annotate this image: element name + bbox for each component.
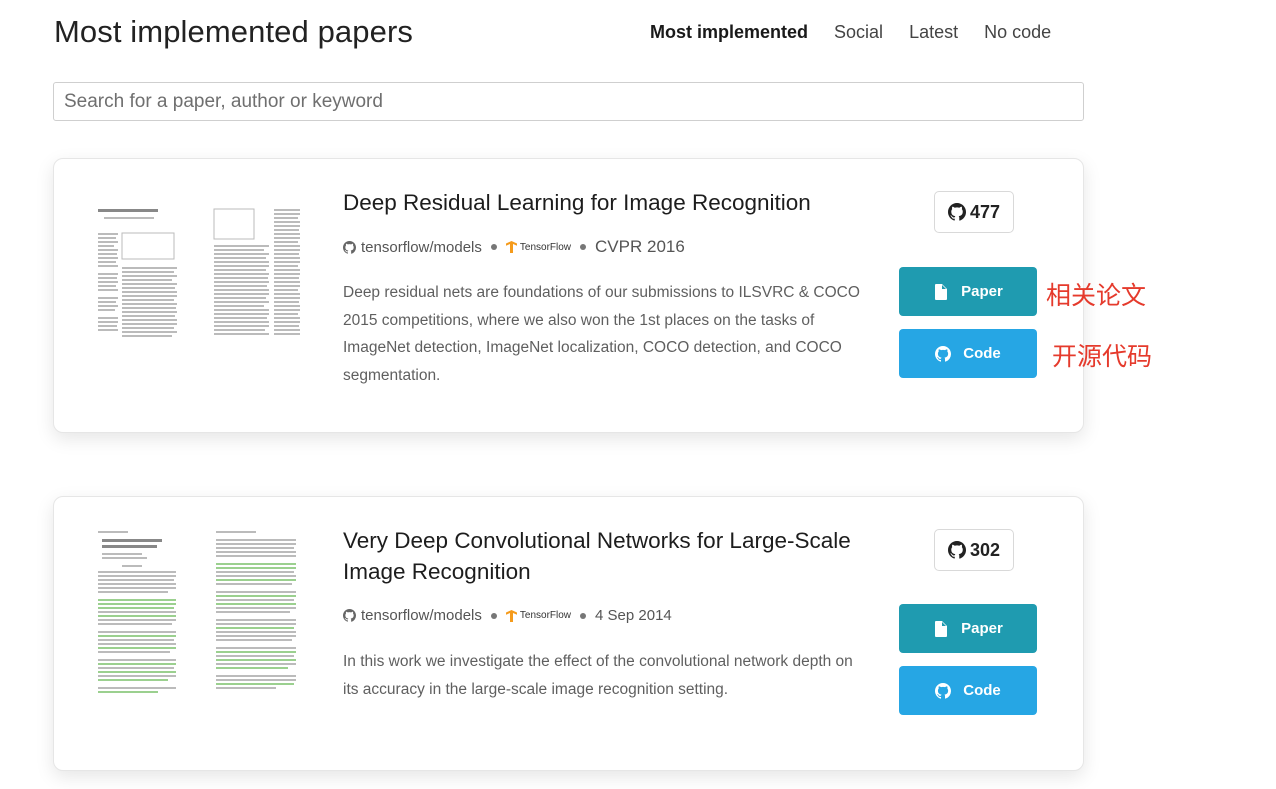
separator-dot [580, 612, 587, 619]
stars-count: 302 [969, 539, 1001, 560]
sort-tabs: Most implemented Social Latest No code [650, 22, 1077, 43]
paper-thumbnail-icon[interactable] [92, 527, 302, 702]
repo-link[interactable]: tensorflow/models [361, 239, 482, 256]
framework-label: TensorFlow [519, 241, 572, 253]
venue-label: CVPR 2016 [595, 237, 685, 256]
paper-title[interactable]: Very Deep Convolutional Networks for Lar… [343, 525, 863, 587]
paper-thumbnail-icon[interactable] [92, 203, 302, 353]
github-icon [935, 682, 952, 699]
document-icon [935, 620, 948, 637]
paper-button[interactable]: Paper [899, 604, 1037, 653]
code-button[interactable]: Code [899, 666, 1037, 715]
paper-button[interactable]: Paper [899, 267, 1037, 316]
date-label: 4 Sep 2014 [595, 607, 672, 624]
github-icon [947, 541, 966, 559]
annotation-code: 开源代码 [1052, 342, 1153, 371]
tensorflow-icon [505, 609, 517, 622]
code-button-label: Code [963, 345, 1001, 362]
tab-social[interactable]: Social [834, 22, 883, 43]
stars-count: 477 [969, 201, 1001, 222]
search-box [53, 82, 1084, 121]
paper-card: Deep Residual Learning for Image Recogni… [53, 158, 1084, 433]
github-icon [935, 345, 952, 362]
tensorflow-logo: TensorFlow [505, 609, 572, 622]
separator-dot [580, 244, 587, 250]
paper-abstract: In this work we investigate the effect o… [343, 653, 853, 698]
paper-card: Very Deep Convolutional Networks for Lar… [53, 496, 1084, 771]
github-icon [343, 240, 356, 254]
paper-meta: tensorflow/models TensorFlow CVPR 2016 [343, 237, 685, 257]
tab-latest[interactable]: Latest [909, 22, 958, 43]
github-stars-badge[interactable]: 302 [934, 529, 1014, 571]
tab-no-code[interactable]: No code [984, 22, 1051, 43]
paper-meta: tensorflow/models TensorFlow 4 Sep 2014 [343, 607, 672, 624]
paper-title[interactable]: Deep Residual Learning for Image Recogni… [343, 187, 863, 218]
paper-abstract: Deep residual nets are foundations of ou… [343, 284, 860, 384]
page-title: Most implemented papers [54, 14, 413, 49]
tab-most-implemented[interactable]: Most implemented [650, 22, 808, 43]
search-input[interactable] [54, 83, 1083, 120]
document-icon [935, 283, 948, 300]
annotation-paper: 相关论文 [1046, 281, 1147, 310]
paper-button-label: Paper [961, 283, 1003, 300]
code-button-label: Code [963, 682, 1001, 699]
separator-dot [490, 244, 497, 250]
code-button[interactable]: Code [899, 329, 1037, 378]
tensorflow-icon [505, 241, 517, 253]
paper-button-label: Paper [961, 620, 1003, 637]
framework-label: TensorFlow [519, 610, 572, 621]
github-stars-badge[interactable]: 477 [934, 191, 1014, 233]
github-icon [343, 609, 356, 622]
separator-dot [490, 612, 497, 619]
github-icon [947, 203, 966, 221]
repo-link[interactable]: tensorflow/models [361, 607, 482, 624]
tensorflow-logo: TensorFlow [505, 241, 572, 253]
